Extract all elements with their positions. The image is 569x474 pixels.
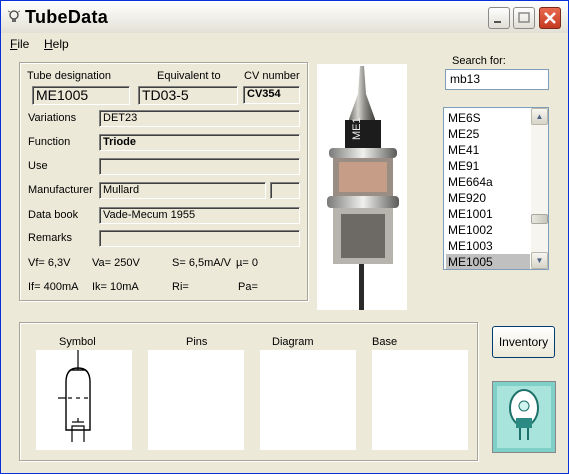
- equivalent-label: Equivalent to: [157, 70, 221, 82]
- param-mu: µ= 0: [236, 257, 258, 269]
- inventory-button[interactable]: Inventory: [492, 326, 555, 358]
- cv-field[interactable]: CV354: [243, 86, 300, 104]
- maximize-button[interactable]: [513, 7, 535, 29]
- param-va: Va= 250V: [92, 257, 140, 269]
- diagram-pane: [260, 350, 356, 450]
- menu-file[interactable]: File: [10, 37, 29, 51]
- close-button[interactable]: [539, 7, 561, 29]
- scroll-thumb[interactable]: [531, 214, 548, 224]
- variations-field[interactable]: DET23: [99, 110, 300, 127]
- lightbulb-icon: [7, 9, 21, 25]
- close-icon: [544, 12, 556, 24]
- list-item[interactable]: ME6S: [446, 110, 530, 126]
- svg-text:ME1: ME1: [351, 117, 363, 140]
- variations-label: Variations: [28, 112, 77, 124]
- param-if: If= 400mA: [28, 281, 79, 293]
- scroll-up-button[interactable]: ▲: [531, 108, 548, 125]
- param-pa: Pa=: [238, 281, 258, 293]
- menu-bar: File Help: [1, 34, 568, 54]
- remarks-field[interactable]: [99, 230, 300, 247]
- param-ik: Ik= 10mA: [92, 281, 139, 293]
- tube-logo-icon: [493, 382, 555, 452]
- equivalent-field[interactable]: TD03-5: [138, 86, 238, 105]
- param-vf: Vf= 6,3V: [28, 257, 71, 269]
- window-title: TubeData: [25, 7, 109, 27]
- symbol-pane: [36, 350, 132, 450]
- list-item[interactable]: ME25: [446, 126, 530, 142]
- databook-label: Data book: [28, 209, 79, 221]
- cv-label: CV number: [244, 70, 300, 82]
- chevron-down-icon: ▼: [535, 256, 544, 265]
- list-item-selected[interactable]: ME1005: [446, 254, 530, 269]
- tube-logo: [492, 381, 556, 453]
- param-s: S= 6,5mA/V: [172, 257, 232, 269]
- list-item[interactable]: ME1001: [446, 206, 530, 222]
- pins-label: Pins: [186, 336, 208, 348]
- list-item[interactable]: ME664a: [446, 174, 530, 190]
- list-item[interactable]: ME1003: [446, 238, 530, 254]
- databook-field[interactable]: Vade-Mecum 1955: [99, 207, 300, 224]
- use-field[interactable]: [99, 158, 300, 175]
- search-label: Search for:: [452, 55, 506, 67]
- list-item[interactable]: ME91: [446, 158, 530, 174]
- designation-field[interactable]: ME1005: [32, 86, 130, 105]
- triode-symbol-icon: [58, 350, 91, 442]
- function-field[interactable]: Triode: [99, 134, 300, 151]
- param-ri: Ri=: [172, 281, 189, 293]
- function-label: Function: [28, 136, 71, 148]
- title-bar[interactable]: TubeData: [1, 1, 568, 33]
- designation-label: Tube designation: [27, 70, 111, 82]
- remarks-label: Remarks: [28, 232, 73, 244]
- main-window: TubeData File Help Tube designation Equi…: [0, 0, 569, 474]
- manufacturer-field[interactable]: Mullard: [99, 182, 266, 199]
- menu-help[interactable]: Help: [44, 37, 69, 51]
- symbol-label: Symbol: [59, 336, 96, 348]
- chevron-up-icon: ▲: [535, 112, 544, 121]
- use-label: Use: [28, 160, 48, 172]
- pins-pane: [148, 350, 244, 450]
- base-pane: [372, 350, 468, 450]
- tube-list[interactable]: ME6S ME25 ME41 ME91 ME664a ME920 ME1001 …: [443, 107, 549, 270]
- scroll-down-button[interactable]: ▼: [531, 252, 548, 269]
- tube-photo: ME1: [317, 64, 407, 310]
- manufacturer-label: Manufacturer: [28, 184, 93, 196]
- list-scrollbar[interactable]: ▲ ▼: [531, 108, 548, 269]
- list-item[interactable]: ME41: [446, 142, 530, 158]
- minimize-button[interactable]: [488, 7, 510, 29]
- base-label: Base: [372, 336, 398, 348]
- list-item[interactable]: ME1002: [446, 222, 530, 238]
- list-item[interactable]: ME920: [446, 190, 530, 206]
- manufacturer-extra-field[interactable]: [270, 182, 300, 199]
- diagram-label: Diagram: [272, 336, 314, 348]
- search-input[interactable]: mb13: [445, 69, 549, 90]
